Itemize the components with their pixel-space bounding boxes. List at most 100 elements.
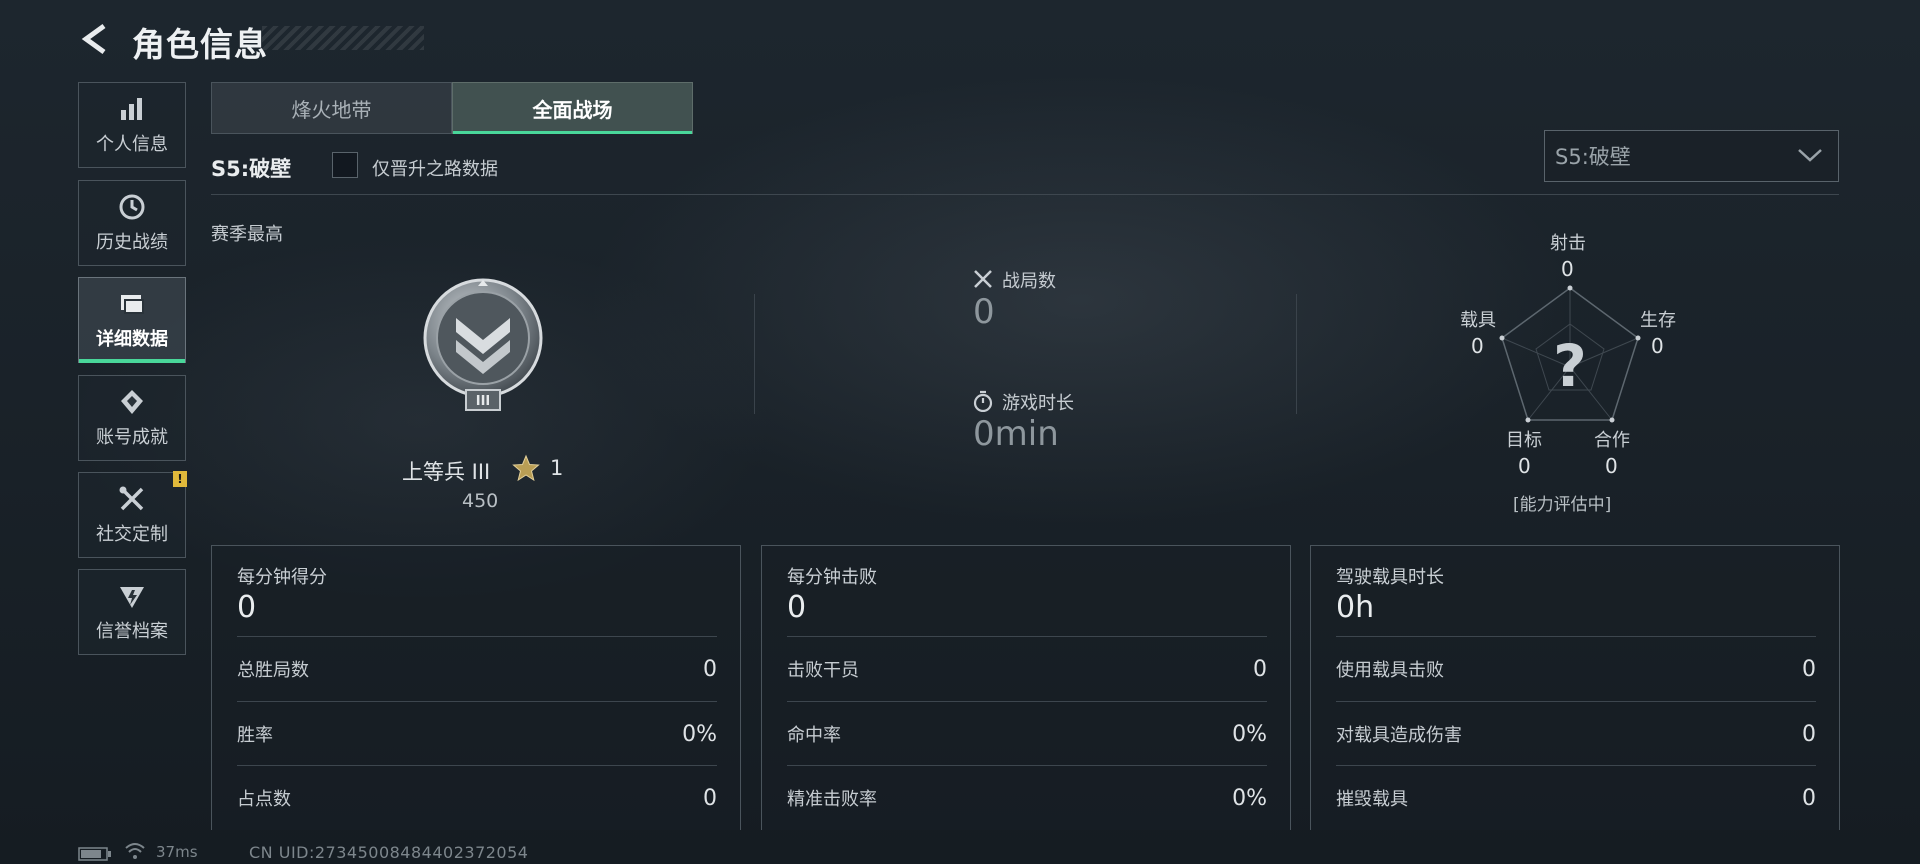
- ping-value: 37ms: [156, 843, 198, 861]
- folder-icon: [121, 295, 144, 314]
- row-value: 0: [1802, 656, 1816, 682]
- rank-star-count: 1: [550, 456, 564, 480]
- row-value: 0%: [1232, 785, 1267, 811]
- promotion-data-checkbox[interactable]: [332, 152, 358, 178]
- row-label: 使用载具击败: [1336, 660, 1444, 681]
- sidebar-item-label: 详细数据: [96, 329, 168, 350]
- table-row: 总胜局数 0: [237, 636, 717, 701]
- row-label: 摧毁载具: [1336, 789, 1408, 810]
- radar-vehicle-label: 载具: [1460, 310, 1496, 331]
- row-label: 对载具造成伤害: [1336, 725, 1462, 746]
- row-value: 0: [703, 656, 717, 682]
- tab-warzone[interactable]: 烽火地带: [211, 82, 452, 134]
- sidebar-item-social[interactable]: 社交定制 !: [78, 471, 187, 558]
- playtime-value: 0min: [973, 414, 1059, 454]
- panel-value: 0: [787, 590, 807, 625]
- panel-title: 每分钟得分: [237, 567, 327, 588]
- panel-value: 0h: [1336, 590, 1375, 625]
- radar-shoot-label: 射击: [1550, 233, 1586, 254]
- divider: [1296, 294, 1297, 414]
- season-best-title: 赛季最高: [211, 224, 283, 245]
- table-row: 击败干员 0: [787, 636, 1267, 701]
- radar-coop-label: 合作: [1594, 430, 1630, 451]
- stopwatch-icon: [973, 390, 993, 412]
- row-label: 占点数: [237, 789, 291, 810]
- sidebar-item-label: 个人信息: [96, 134, 168, 155]
- row-value: 0: [1802, 721, 1816, 747]
- sidebar-item-details[interactable]: 详细数据: [78, 277, 186, 363]
- radar-vehicle-value: 0: [1471, 334, 1484, 358]
- radar-shoot-value: 0: [1561, 257, 1574, 281]
- title-decoration: [262, 26, 424, 50]
- rank-name: 上等兵 III: [402, 460, 491, 484]
- kills-panel: 每分钟击败 0 击败干员 0 命中率 0% 精准击败率 0%: [761, 545, 1291, 830]
- sidebar-item-label: 账号成就: [96, 427, 168, 448]
- divider: [754, 294, 755, 414]
- star-icon: [512, 454, 540, 482]
- table-row: 精准击败率 0%: [787, 765, 1267, 830]
- tools-icon: [119, 486, 144, 511]
- row-value: 0%: [1232, 721, 1267, 747]
- chevron-down-icon: [1798, 149, 1822, 162]
- table-row: 使用载具击败 0: [1336, 636, 1816, 701]
- dropdown-value: S5:破壁: [1555, 145, 1631, 169]
- table-row: 摧毁载具 0: [1336, 765, 1816, 830]
- row-value: 0: [1253, 656, 1267, 682]
- row-label: 总胜局数: [237, 660, 309, 681]
- sidebar-item-profile[interactable]: 个人信息: [78, 82, 186, 168]
- matches-label: 战局数: [1002, 271, 1056, 292]
- table-row: 占点数 0: [237, 765, 717, 830]
- checkbox-label: 仅晋升之路数据: [372, 159, 498, 180]
- radar-survive-label: 生存: [1640, 310, 1676, 331]
- ability-radar-chart: ?: [1499, 285, 1641, 423]
- table-row: 命中率 0%: [787, 701, 1267, 766]
- rank-points: 450: [462, 490, 499, 512]
- sidebar-item-achievements[interactable]: 账号成就: [78, 375, 186, 461]
- battery-icon: [78, 847, 111, 861]
- notification-badge: !: [173, 471, 187, 487]
- row-value: 0: [1802, 785, 1816, 811]
- wifi-icon: [125, 843, 145, 859]
- mode-tabs: 烽火地带 全面战场: [211, 82, 693, 134]
- playtime-label: 游戏时长: [1002, 393, 1074, 414]
- achievement-icon: [121, 390, 143, 414]
- row-label: 命中率: [787, 725, 841, 746]
- sidebar-item-history[interactable]: 历史战绩: [78, 180, 186, 266]
- row-label: 精准击败率: [787, 789, 877, 810]
- divider: [211, 194, 1839, 195]
- row-value: 0%: [682, 721, 717, 747]
- shield-icon: [120, 587, 144, 608]
- season-label: S5:破壁: [211, 157, 292, 181]
- tab-full-battlefield[interactable]: 全面战场: [452, 82, 693, 134]
- row-label: 胜率: [237, 725, 273, 746]
- sidebar-item-reputation[interactable]: 信誉档案: [78, 569, 186, 655]
- radar-objective-label: 目标: [1506, 430, 1542, 451]
- radar-coop-value: 0: [1605, 454, 1618, 478]
- season-dropdown[interactable]: S5:破壁: [1544, 130, 1839, 182]
- radar-survive-value: 0: [1651, 334, 1664, 358]
- clock-history-icon: [119, 194, 145, 220]
- radar-objective-value: 0: [1518, 454, 1531, 478]
- table-row: 胜率 0%: [237, 701, 717, 766]
- panel-title: 每分钟击败: [787, 567, 877, 588]
- sidebar-item-label: 历史战绩: [96, 232, 168, 253]
- bar-chart-icon: [121, 98, 142, 120]
- radar-unknown-mark: ?: [1553, 332, 1587, 400]
- score-panel: 每分钟得分 0 总胜局数 0 胜率 0% 占点数 0: [211, 545, 741, 830]
- rank-emblem-icon: III: [423, 278, 543, 411]
- user-uid: CN UID:27345008484402372054: [249, 843, 529, 862]
- crossed-swords-icon: [974, 270, 992, 288]
- back-arrow-icon[interactable]: [78, 22, 112, 56]
- panel-value: 0: [237, 590, 257, 625]
- sidebar-item-label: 信誉档案: [96, 621, 168, 642]
- svg-text:III: III: [476, 394, 491, 409]
- row-label: 击败干员: [787, 660, 859, 681]
- table-row: 对载具造成伤害 0: [1336, 701, 1816, 766]
- sidebar-item-label: 社交定制: [96, 524, 168, 545]
- matches-value: 0: [973, 292, 995, 332]
- vehicle-panel: 驾驶载具时长 0h 使用载具击败 0 对载具造成伤害 0 摧毁载具 0: [1310, 545, 1840, 830]
- panel-title: 驾驶载具时长: [1336, 567, 1444, 588]
- radar-status: [能力评估中]: [1513, 495, 1612, 515]
- page-title: 角色信息: [132, 25, 268, 64]
- row-value: 0: [703, 785, 717, 811]
